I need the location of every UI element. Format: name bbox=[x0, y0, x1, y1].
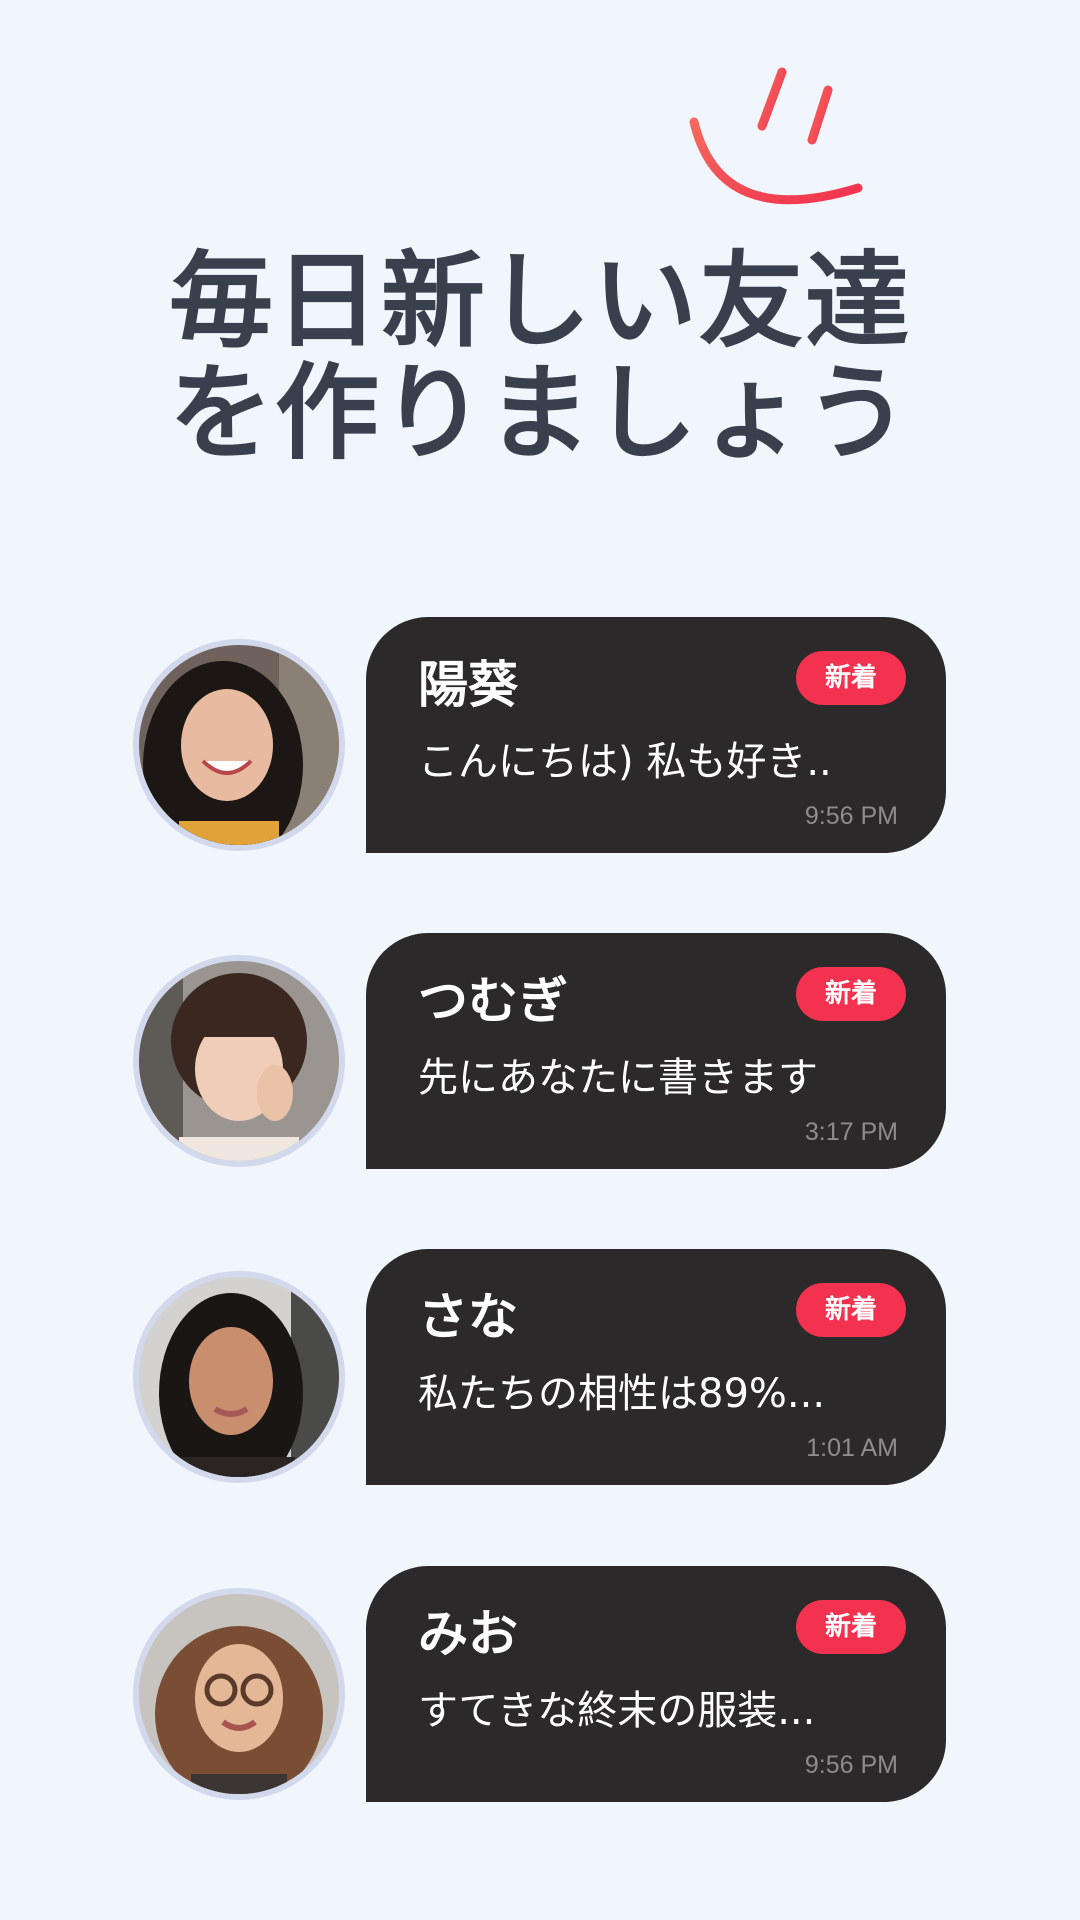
chat-bubble[interactable]: 陽葵 新着 こんにちは) 私も好き.. 9:56 PM bbox=[366, 617, 946, 853]
chat-name: つむぎ bbox=[418, 972, 568, 1030]
avatar bbox=[133, 955, 345, 1167]
chat-row[interactable]: さな 新着 私たちの相性は89%... 1:01 AM bbox=[0, 1249, 1080, 1489]
chat-row[interactable]: 陽葵 新着 こんにちは) 私も好き.. 9:56 PM bbox=[0, 617, 1080, 857]
chat-message: こんにちは) 私も好き.. bbox=[418, 739, 832, 785]
new-badge: 新着 bbox=[796, 651, 906, 705]
chat-name: みお bbox=[418, 1605, 518, 1663]
headline-line-1: 毎日新しい友達 bbox=[168, 240, 911, 362]
chat-time: 9:56 PM bbox=[804, 1751, 898, 1779]
new-badge: 新着 bbox=[796, 1600, 906, 1654]
smile-icon bbox=[689, 67, 863, 205]
headline-line-2: を作りましょう bbox=[168, 352, 911, 474]
chat-time: 9:56 PM bbox=[804, 802, 898, 830]
chat-bubble[interactable]: みお 新着 すてきな終末の服装... 9:56 PM bbox=[366, 1566, 946, 1802]
new-badge: 新着 bbox=[796, 967, 906, 1021]
chat-message: 私たちの相性は89%... bbox=[418, 1371, 826, 1417]
avatar bbox=[133, 639, 345, 851]
chat-message: すてきな終末の服装... bbox=[418, 1688, 816, 1734]
chat-bubble[interactable]: つむぎ 新着 先にあなたに書きます 3:17 PM bbox=[366, 933, 946, 1169]
headline: 毎日新しい友達 を作りましょう bbox=[0, 245, 1080, 469]
new-badge: 新着 bbox=[796, 1283, 906, 1337]
chat-time: 3:17 PM bbox=[804, 1118, 898, 1146]
chat-time: 1:01 AM bbox=[806, 1434, 898, 1462]
avatar bbox=[133, 1588, 345, 1800]
chat-name: 陽葵 bbox=[418, 656, 518, 714]
chat-row[interactable]: みお 新着 すてきな終末の服装... 9:56 PM bbox=[0, 1566, 1080, 1806]
chat-bubble[interactable]: さな 新着 私たちの相性は89%... 1:01 AM bbox=[366, 1249, 946, 1485]
avatar bbox=[133, 1271, 345, 1483]
chat-row[interactable]: つむぎ 新着 先にあなたに書きます 3:17 PM bbox=[0, 933, 1080, 1173]
chat-message: 先にあなたに書きます bbox=[418, 1055, 818, 1101]
chat-name: さな bbox=[418, 1288, 518, 1346]
